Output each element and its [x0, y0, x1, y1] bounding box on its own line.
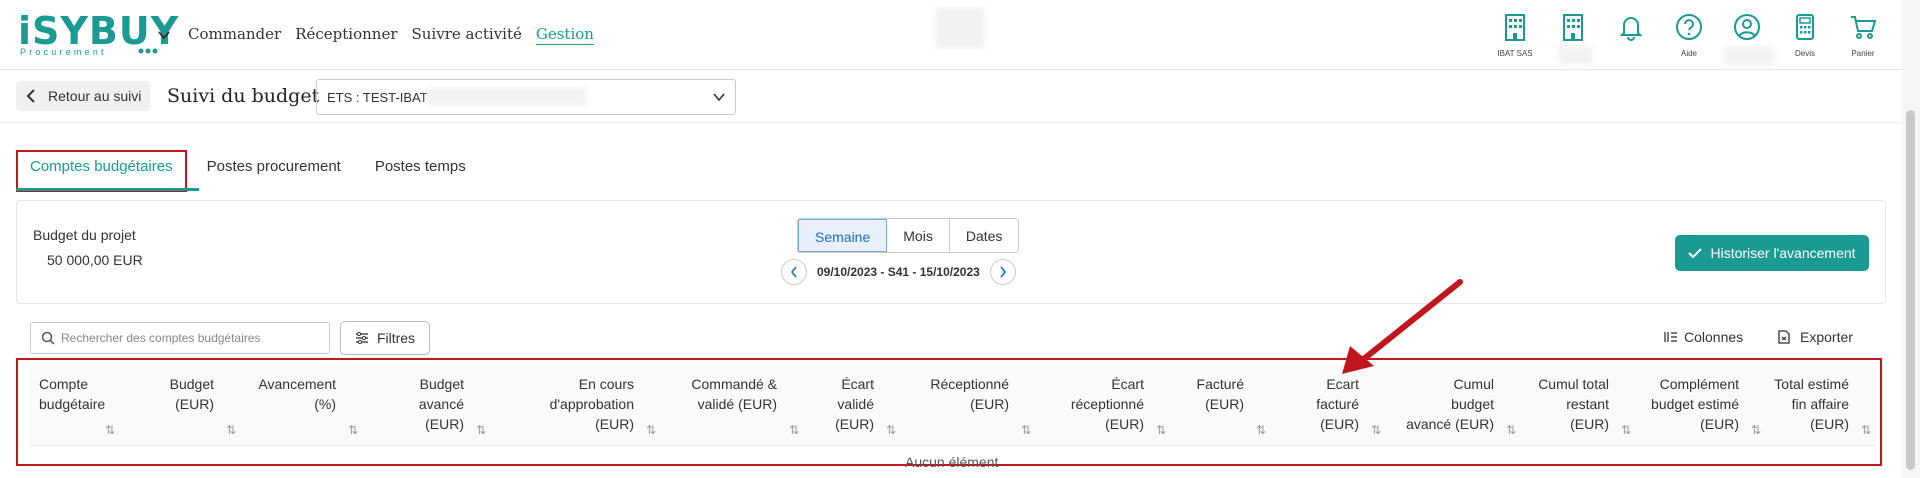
- historize-label: Historiser l'avancement: [1710, 245, 1856, 261]
- redacted-area: [1558, 46, 1592, 64]
- date-range-label: 09/10/2023 - S41 - 15/10/2023: [817, 265, 980, 279]
- nav-gestion[interactable]: Gestion: [535, 25, 594, 45]
- period-week-button[interactable]: Semaine: [798, 219, 888, 252]
- bell-icon: [1619, 17, 1643, 41]
- company-label: IBAT SAS: [1497, 49, 1533, 58]
- search-placeholder: Rechercher des comptes budgétaires: [61, 331, 261, 345]
- help-button[interactable]: Aide: [1664, 12, 1714, 58]
- page-title: Suivi du budget: [167, 85, 320, 107]
- back-button-label: Retour au suivi: [48, 88, 142, 104]
- export-file-icon: [1778, 330, 1790, 344]
- isybuy-logo[interactable]: iSYBUY Procurement: [18, 9, 180, 58]
- back-to-tracking-button[interactable]: Retour au suivi: [16, 81, 150, 111]
- cart-icon: [1851, 16, 1877, 39]
- historize-progress-button[interactable]: Historiser l'avancement: [1675, 235, 1869, 271]
- building-icon: [1505, 14, 1525, 41]
- previous-period-button[interactable]: [781, 259, 807, 285]
- tab-postes-procurement[interactable]: Postes procurement: [193, 150, 355, 192]
- redacted-area: [935, 8, 985, 48]
- entity-selector[interactable]: [1548, 12, 1598, 64]
- search-icon: [41, 331, 55, 345]
- export-button[interactable]: Exporter: [1778, 329, 1853, 345]
- user-icon: [1734, 14, 1760, 40]
- period-switch: Semaine Mois Dates: [797, 218, 1020, 253]
- logo-brand: iSYBUY: [18, 9, 180, 53]
- help-icon: [1676, 14, 1702, 40]
- tab-postes-temps[interactable]: Postes temps: [361, 150, 480, 192]
- help-label: Aide: [1680, 49, 1697, 58]
- columns-label: Colonnes: [1684, 329, 1744, 345]
- date-navigator: 09/10/2023 - S41 - 15/10/2023: [781, 259, 1016, 285]
- budget-summary-card: Budget du projet 50 000,00 EUR Semaine M…: [16, 200, 1886, 304]
- empty-table-message: Aucun élément: [905, 454, 999, 470]
- quotes-button[interactable]: Devis: [1780, 12, 1830, 58]
- project-budget-value: 50 000,00 EUR: [47, 252, 143, 268]
- cart-label: Panier: [1851, 49, 1875, 58]
- active-tab-indicator: [16, 188, 199, 191]
- filters-label: Filtres: [376, 330, 416, 346]
- export-label: Exporter: [1800, 329, 1853, 345]
- chevron-down-icon[interactable]: [158, 30, 170, 40]
- annotation-arrow-icon: [1342, 279, 1463, 374]
- vertical-scrollbar[interactable]: [1902, 0, 1920, 478]
- company-selector[interactable]: IBAT SAS: [1490, 12, 1540, 58]
- check-icon: [1688, 248, 1703, 259]
- chevron-down-icon: [713, 93, 725, 102]
- redacted-area: [427, 88, 587, 106]
- columns-button[interactable]: Colonnes: [1664, 329, 1743, 345]
- period-dates-button[interactable]: Dates: [950, 219, 1019, 252]
- budget-tabs: Comptes budgétaires Postes procurement P…: [16, 150, 486, 192]
- chevron-left-icon: [26, 89, 35, 103]
- main-nav: Commander Réceptionner Suivre activité G…: [188, 25, 594, 45]
- logo-dots-icon: [138, 48, 158, 54]
- scrollbar-thumb[interactable]: [1906, 110, 1915, 470]
- ets-select-value: ETS : TEST-IBAT: [327, 90, 428, 105]
- logo-subtitle: Procurement: [20, 47, 107, 57]
- page-header-bar: Retour au suivi Suivi du budget ETS : TE…: [0, 71, 1902, 123]
- filters-button[interactable]: Filtres: [340, 321, 430, 355]
- user-menu-button[interactable]: [1722, 12, 1774, 66]
- period-month-button[interactable]: Mois: [887, 219, 950, 252]
- chevron-left-icon: [790, 266, 797, 278]
- notifications-button[interactable]: [1606, 12, 1656, 47]
- ets-select[interactable]: ETS : TEST-IBAT: [316, 79, 736, 115]
- cart-button[interactable]: Panier: [1838, 12, 1888, 58]
- building-icon: [1563, 14, 1583, 41]
- table-highlight-frame: [16, 358, 1882, 466]
- next-period-button[interactable]: [989, 259, 1016, 285]
- tab-comptes-budgetaires[interactable]: Comptes budgétaires: [16, 150, 187, 192]
- top-navigation-bar: iSYBUY Procurement Commander Réceptionne…: [0, 0, 1902, 70]
- search-input[interactable]: Rechercher des comptes budgétaires: [30, 322, 330, 354]
- nav-commander[interactable]: Commander: [188, 25, 281, 45]
- nav-receptionner[interactable]: Réceptionner: [295, 25, 397, 45]
- calculator-icon: [1796, 14, 1814, 40]
- sliders-icon: [355, 331, 368, 345]
- columns-icon: [1664, 332, 1677, 342]
- redacted-area: [1724, 46, 1774, 66]
- chevron-right-icon: [1000, 266, 1006, 278]
- quotes-label: Devis: [1794, 49, 1815, 58]
- nav-suivre-activite[interactable]: Suivre activité: [412, 25, 522, 45]
- project-budget-label: Budget du projet: [33, 227, 136, 243]
